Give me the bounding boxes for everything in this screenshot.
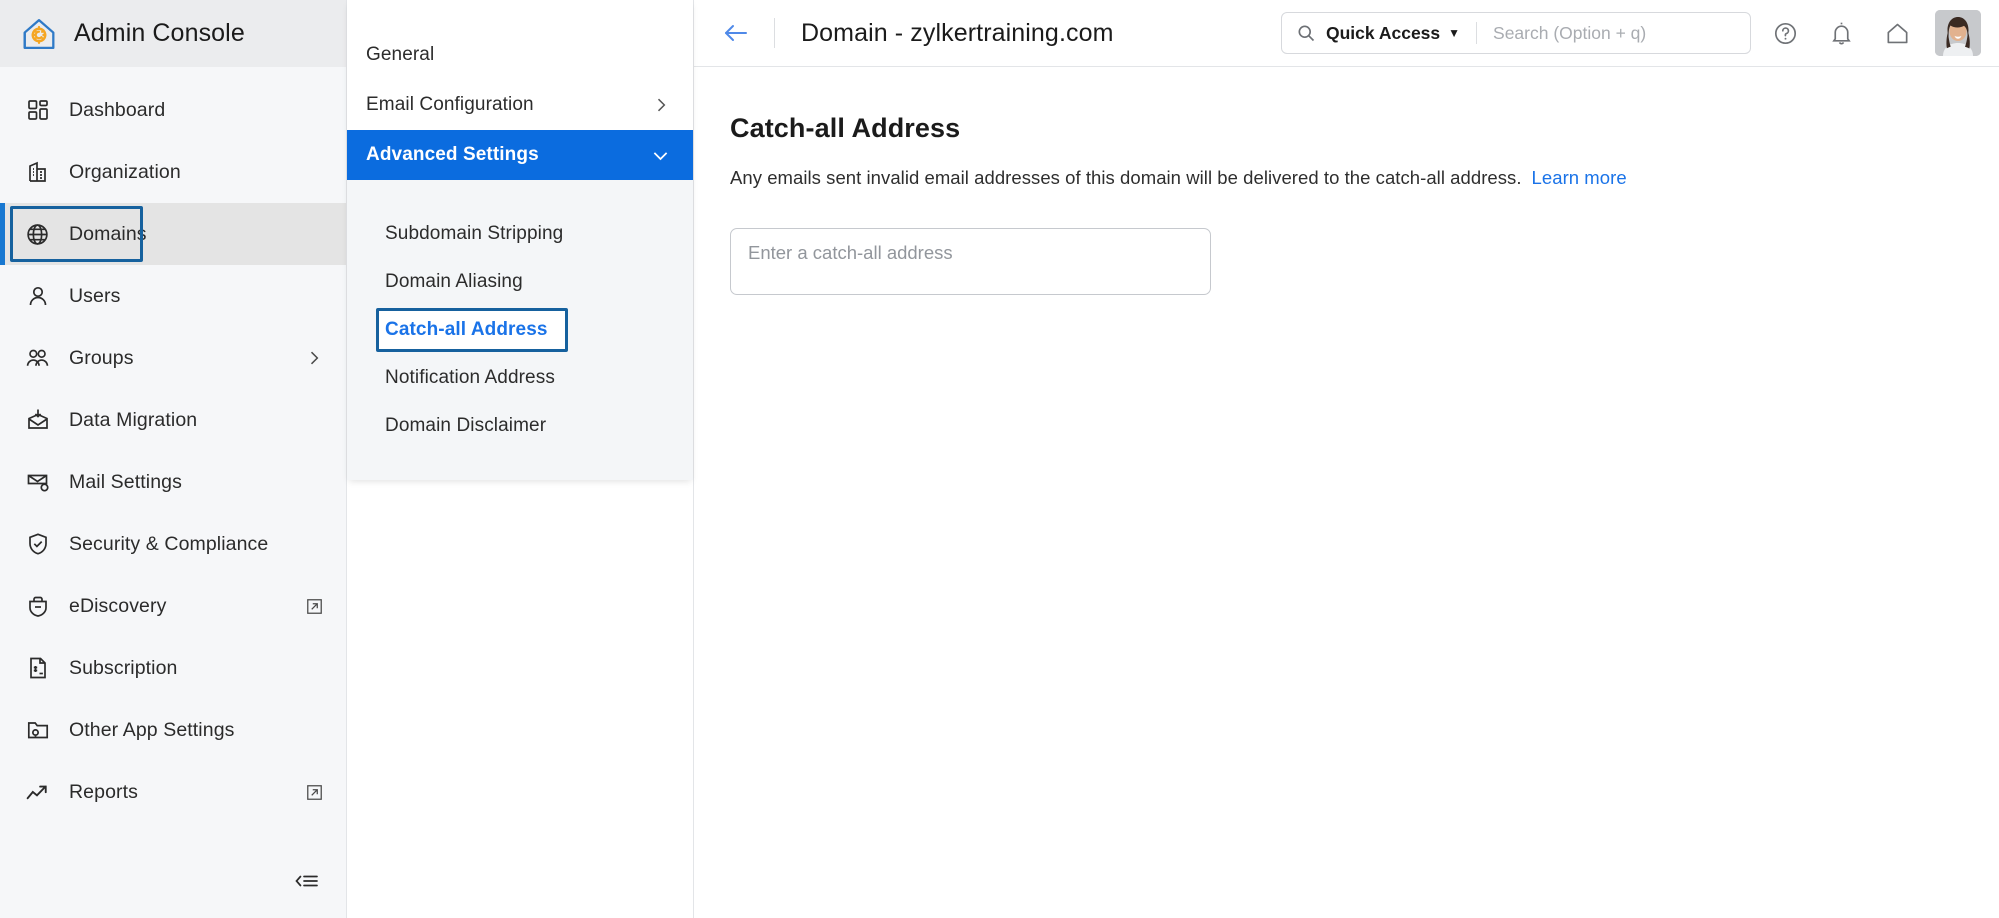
help-circle-icon[interactable]: [1763, 11, 1807, 55]
content-area: Domain - zylkertraining.com Quick Access…: [694, 0, 1999, 918]
sidebar-item-security-compliance[interactable]: Security & Compliance: [0, 513, 346, 575]
catch-all-address-field[interactable]: [730, 228, 1211, 295]
chevron-right-icon: [304, 348, 324, 368]
sidebar-item-label: Data Migration: [69, 408, 198, 431]
topbar: Domain - zylkertraining.com Quick Access…: [694, 0, 1999, 67]
submenu-subitem-catch-all-address[interactable]: Catch-all Address: [347, 306, 693, 354]
external-link-icon: [305, 597, 324, 616]
dashboard-grid-icon: [24, 97, 51, 124]
submenu-sub-spacer: [347, 180, 693, 210]
shield-check-icon: [24, 531, 51, 558]
admin-console-app: Admin Console Dashboard Organization Dom…: [0, 0, 1999, 918]
sidebar-item-label: Dashboard: [69, 98, 166, 121]
topbar-divider: [774, 18, 775, 48]
briefcase-icon: [24, 593, 51, 620]
user-icon: [24, 283, 51, 310]
submenu-spacer: [347, 0, 693, 30]
sidebar-item-organization[interactable]: Organization: [0, 141, 346, 203]
invoice-dollar-icon: [24, 655, 51, 682]
sidebar-item-label: Security & Compliance: [69, 532, 269, 555]
building-icon: [24, 159, 51, 186]
mail-download-icon: [24, 407, 51, 434]
sidebar-item-domains[interactable]: Domains: [0, 203, 346, 265]
folder-gear-icon: [24, 717, 51, 744]
brand-title: Admin Console: [74, 19, 245, 47]
sidebar-item-label: eDiscovery: [69, 594, 167, 617]
chevron-right-icon: [651, 95, 671, 115]
sidebar-item-ediscovery[interactable]: eDiscovery: [0, 575, 346, 637]
catch-all-address-input[interactable]: [748, 242, 1193, 264]
quick-access-label[interactable]: Quick Access: [1326, 23, 1440, 44]
mail-gear-icon: [24, 469, 51, 496]
topbar-right: Quick Access ▼: [1281, 10, 1981, 56]
sidebar-item-label: Reports: [69, 780, 138, 803]
section-description: Any emails sent invalid email addresses …: [730, 167, 1522, 188]
submenu-item-label: Advanced Settings: [366, 144, 539, 165]
main-content: Catch-all Address Any emails sent invali…: [694, 67, 1999, 918]
sidebar-item-mail-settings[interactable]: Mail Settings: [0, 451, 346, 513]
sidebar-item-label: Groups: [69, 346, 134, 369]
globe-icon: [24, 221, 51, 248]
bell-icon[interactable]: [1819, 11, 1863, 55]
sidebar-item-reports[interactable]: Reports: [0, 761, 346, 823]
sidebar-item-label: Subscription: [69, 656, 178, 679]
sidebar-item-label: Users: [69, 284, 121, 307]
sidebar-item-groups[interactable]: Groups: [0, 327, 346, 389]
submenu-panel: General Email Configuration Advanced Set…: [347, 0, 693, 480]
submenu-item-advanced-settings[interactable]: Advanced Settings: [347, 130, 693, 180]
page-title: Domain - zylkertraining.com: [801, 18, 1114, 47]
submenu-subitem-label: Domain Disclaimer: [385, 415, 547, 436]
learn-more-link[interactable]: Learn more: [1532, 167, 1627, 188]
external-link-icon: [305, 783, 324, 802]
sidebar-item-label: Organization: [69, 160, 181, 183]
search-icon: [1296, 23, 1316, 43]
submenu-subitem-label: Subdomain Stripping: [385, 223, 564, 244]
sidebar-item-label: Other App Settings: [69, 718, 235, 741]
sidebar-item-other-app-settings[interactable]: Other App Settings: [0, 699, 346, 761]
chevron-down-icon: [650, 145, 671, 166]
brand-header: Admin Console: [0, 0, 346, 67]
submenu-subitem-domain-aliasing[interactable]: Domain Aliasing: [347, 258, 693, 306]
submenu-item-label: Email Configuration: [366, 94, 534, 115]
search-divider: [1476, 22, 1478, 44]
submenu-subitem-label: Catch-all Address: [385, 319, 548, 340]
section-title: Catch-all Address: [730, 113, 961, 143]
home-icon[interactable]: [1875, 11, 1919, 55]
sidebar-collapse-row: [0, 844, 346, 918]
submenu-item-email-configuration[interactable]: Email Configuration: [347, 80, 693, 130]
submenu-subitem-label: Notification Address: [385, 367, 555, 388]
collapse-sidebar-icon[interactable]: [294, 871, 320, 891]
submenu-item-label: General: [366, 44, 435, 65]
quick-access-search[interactable]: Quick Access ▼: [1281, 12, 1751, 54]
section-description-row: Any emails sent invalid email addresses …: [730, 167, 1999, 189]
primary-sidebar: Admin Console Dashboard Organization Dom…: [0, 0, 347, 918]
domain-settings-submenu: General Email Configuration Advanced Set…: [347, 0, 694, 918]
sidebar-item-label: Mail Settings: [69, 470, 182, 493]
home-gear-logo-icon: [18, 13, 60, 55]
chevron-down-icon[interactable]: ▼: [1448, 26, 1460, 40]
submenu-subitem-domain-disclaimer[interactable]: Domain Disclaimer: [347, 402, 693, 450]
submenu-item-general[interactable]: General: [347, 30, 693, 80]
users-group-icon: [24, 345, 51, 372]
avatar[interactable]: [1935, 10, 1981, 56]
sidebar-item-dashboard[interactable]: Dashboard: [0, 79, 346, 141]
trend-up-icon: [24, 779, 51, 806]
sidebar-item-label: Domains: [69, 222, 147, 245]
sidebar-item-subscription[interactable]: Subscription: [0, 637, 346, 699]
sidebar-nav: Dashboard Organization Domains Users Gro…: [0, 67, 346, 844]
sidebar-item-users[interactable]: Users: [0, 265, 346, 327]
submenu-bottom-spacer: [347, 450, 693, 480]
submenu-top-group: General Email Configuration: [347, 0, 693, 130]
submenu-subitem-label: Domain Aliasing: [385, 271, 523, 292]
sidebar-item-data-migration[interactable]: Data Migration: [0, 389, 346, 451]
back-arrow-icon[interactable]: [716, 13, 756, 53]
submenu-subitem-notification-address[interactable]: Notification Address: [347, 354, 693, 402]
submenu-subitem-subdomain-stripping[interactable]: Subdomain Stripping: [347, 210, 693, 258]
search-input[interactable]: [1493, 22, 1750, 44]
